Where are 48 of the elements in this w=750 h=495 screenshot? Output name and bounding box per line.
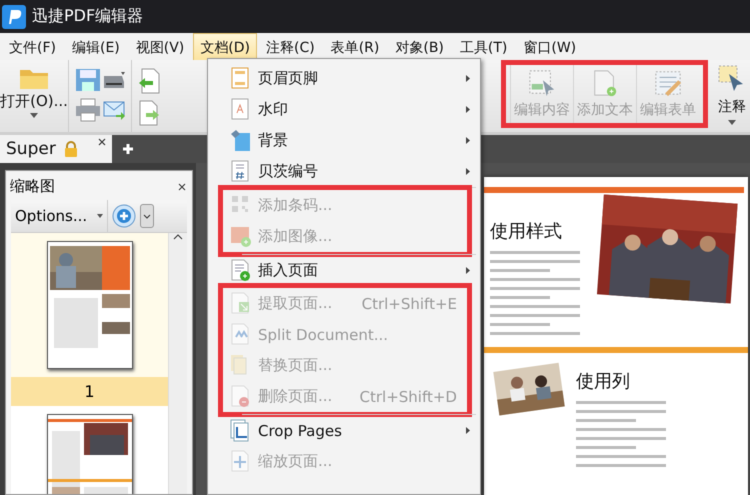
menu-item[interactable]: 水印 xyxy=(212,94,480,125)
menu-item[interactable]: 工具(T) xyxy=(452,33,514,60)
menu-item[interactable]: 文件(F) xyxy=(2,33,63,60)
menu-item[interactable]: 视图(V) xyxy=(128,33,192,60)
close-icon xyxy=(178,182,186,190)
menu-item[interactable]: 插入页面 xyxy=(212,255,480,286)
printer-icon xyxy=(75,98,101,122)
menu-item[interactable]: 对象(B) xyxy=(388,33,451,60)
caret-icon xyxy=(30,113,38,118)
page-import-icon xyxy=(138,68,160,94)
menu-item[interactable]: 表单(R) xyxy=(324,33,386,60)
chevron-down-icon xyxy=(143,214,152,218)
tool-button[interactable]: 注释 xyxy=(714,60,750,132)
dropdown-button[interactable] xyxy=(140,204,154,228)
open-button[interactable]: 打开(O)... xyxy=(0,60,68,132)
caret-icon xyxy=(728,120,736,125)
panel-title: 缩略图 xyxy=(10,177,55,196)
background-icon xyxy=(230,129,252,152)
menu-item[interactable]: 注释(C) xyxy=(259,33,322,60)
document-heading: 使用样式 xyxy=(490,220,563,243)
menu-item[interactable]: 背景 xyxy=(212,125,480,156)
menu-item[interactable]: 页眉页脚 xyxy=(212,63,480,94)
edit-content-icon xyxy=(527,69,557,97)
menu-item[interactable]: 文档(D) xyxy=(193,33,257,60)
scroll-up-icon xyxy=(172,233,184,241)
menu-item[interactable]: 窗口(W) xyxy=(516,33,584,60)
delete-page-icon xyxy=(230,385,252,408)
shortcut-label: Ctrl+Shift+D xyxy=(360,388,457,406)
page-export-icon xyxy=(138,100,160,126)
zoom-in-icon[interactable] xyxy=(112,204,136,228)
window-title: 迅捷PDF编辑器 xyxy=(32,6,144,27)
page-thumbnail[interactable]: 1 xyxy=(11,233,168,406)
shortcut-label: Ctrl+Shift+E xyxy=(362,294,457,312)
edit-form-icon xyxy=(653,69,683,97)
close-icon[interactable] xyxy=(98,138,106,146)
image-icon xyxy=(230,225,252,248)
document-heading: 使用列 xyxy=(576,370,631,393)
menu-item[interactable]: 贝茨编号 xyxy=(212,156,480,187)
insert-page-icon xyxy=(230,259,252,282)
extract-page-icon xyxy=(230,292,252,315)
app-logo-icon xyxy=(2,4,26,30)
caret-icon xyxy=(97,214,104,218)
menu-item[interactable]: Crop Pages xyxy=(212,415,480,446)
document-tab[interactable]: Super xyxy=(0,135,112,163)
save-icon xyxy=(75,68,101,92)
menu-item[interactable]: 编辑(E) xyxy=(64,33,127,60)
add-tab-icon[interactable] xyxy=(122,143,134,155)
page-number: 1 xyxy=(11,377,168,406)
